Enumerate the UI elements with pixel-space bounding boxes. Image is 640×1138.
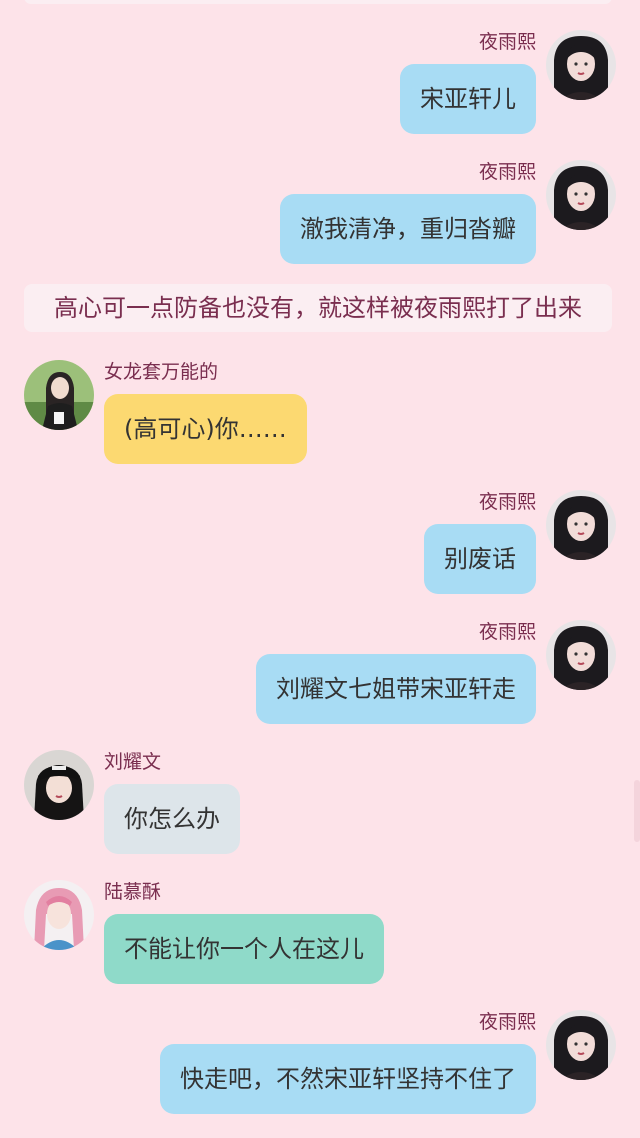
sender-avatar-icon[interactable] xyxy=(546,160,616,230)
narration-text: 高心可一点防备也没有，就这样被夜雨熙打了出来 xyxy=(24,284,612,332)
message-bubble[interactable]: 快走吧，不然宋亚轩坚持不住了 xyxy=(160,1044,536,1114)
message-bubble[interactable]: (高可心)你…… xyxy=(104,394,307,464)
previous-message-edge xyxy=(24,0,612,4)
message-row: 女龙套万能的 (高可心)你…… xyxy=(0,360,640,464)
message-row: 夜雨熙 刘耀文七姐带宋亚轩走 xyxy=(0,620,640,724)
sender-avatar-icon[interactable] xyxy=(546,490,616,560)
sender-name: 刘耀文 xyxy=(104,751,162,773)
sender-avatar-icon[interactable] xyxy=(24,750,94,820)
sender-name: 夜雨熙 xyxy=(478,1011,536,1033)
message-row: 夜雨熙 别废话 xyxy=(0,490,640,594)
sender-name: 女龙套万能的 xyxy=(104,361,219,383)
message-row: 刘耀文 你怎么办 xyxy=(0,750,640,854)
sender-name: 夜雨熙 xyxy=(478,161,536,183)
message-bubble[interactable]: 宋亚轩儿 xyxy=(400,64,536,134)
sender-avatar-icon[interactable] xyxy=(546,30,616,100)
message-row: 夜雨熙 澈我清净，重归沓瓣 xyxy=(0,160,640,264)
message-row: 夜雨熙 快走吧，不然宋亚轩坚持不住了 xyxy=(0,1010,640,1114)
sender-name: 夜雨熙 xyxy=(478,31,536,53)
message-bubble[interactable]: 你怎么办 xyxy=(104,784,240,854)
sender-avatar-icon[interactable] xyxy=(546,620,616,690)
sender-avatar-icon[interactable] xyxy=(24,880,94,950)
sender-name: 夜雨熙 xyxy=(478,621,536,643)
message-bubble[interactable]: 刘耀文七姐带宋亚轩走 xyxy=(256,654,536,724)
sender-avatar-icon[interactable] xyxy=(24,360,94,430)
sender-avatar-icon[interactable] xyxy=(546,1010,616,1080)
sender-name: 陆慕酥 xyxy=(104,881,162,903)
sender-name: 夜雨熙 xyxy=(478,491,536,513)
message-bubble[interactable]: 澈我清净，重归沓瓣 xyxy=(280,194,536,264)
scrollbar[interactable] xyxy=(634,780,640,842)
message-bubble[interactable]: 不能让你一个人在这儿 xyxy=(104,914,384,984)
message-row: 陆慕酥 不能让你一个人在这儿 xyxy=(0,880,640,984)
message-bubble[interactable]: 别废话 xyxy=(424,524,536,594)
message-row: 夜雨熙 宋亚轩儿 xyxy=(0,30,640,134)
